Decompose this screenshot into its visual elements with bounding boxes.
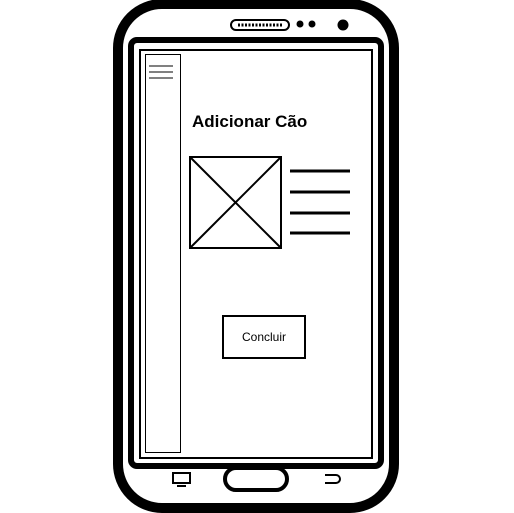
hamburger-icon[interactable]: [149, 64, 173, 80]
phone-frame: [113, 0, 399, 513]
speaker-grille: [230, 19, 290, 31]
sidebar-panel: [145, 54, 181, 453]
text-lines-placeholder: [290, 169, 350, 235]
sensor-dot: [296, 20, 304, 28]
front-camera: [337, 19, 349, 31]
page-title: Adicionar Cão: [192, 112, 308, 131]
home-button[interactable]: [223, 466, 289, 492]
sensor-dot: [308, 20, 316, 28]
image-placeholder-icon: [189, 156, 282, 249]
concluir-button[interactable]: Concluir: [222, 315, 306, 359]
